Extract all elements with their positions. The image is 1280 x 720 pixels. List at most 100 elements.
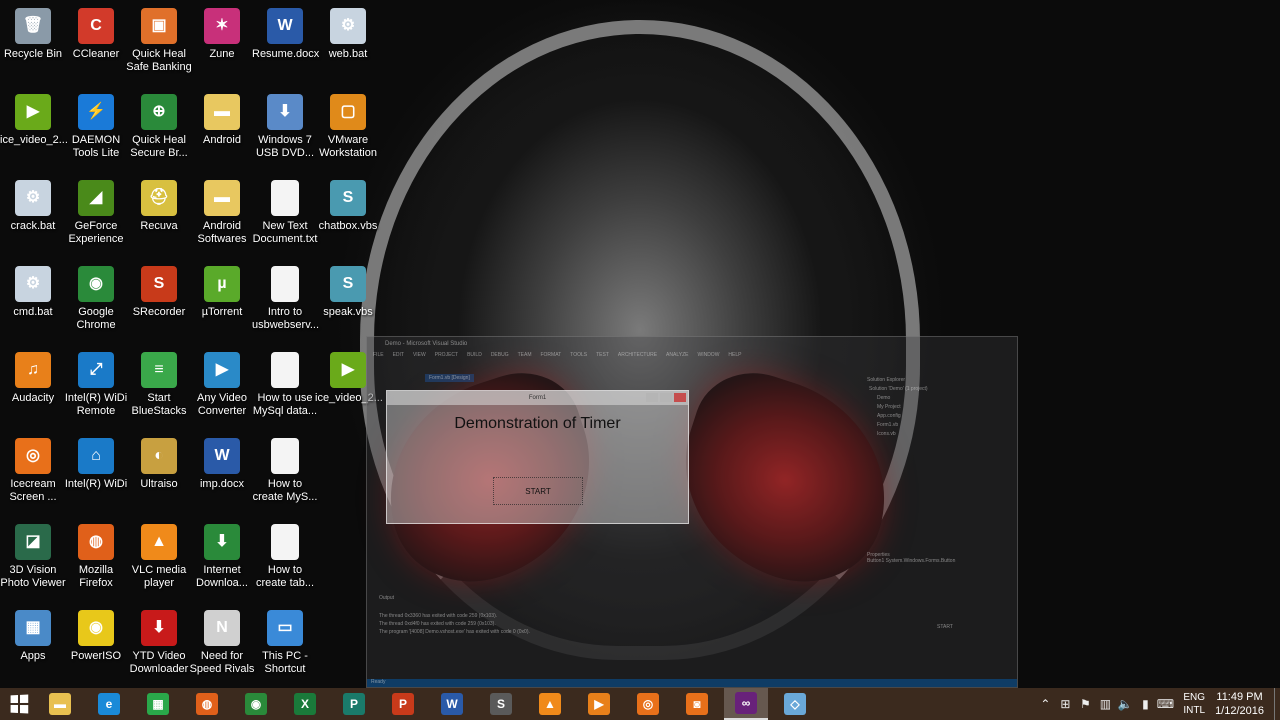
vs-menu-item[interactable]: WINDOW	[697, 352, 719, 358]
desktop-icon[interactable]: ⚙ crack.bat	[0, 176, 66, 233]
desktop-icon[interactable]: ▶ ice_video_2...	[0, 90, 68, 147]
vs-menu-item[interactable]: FORMAT	[540, 352, 561, 358]
desktop-icon[interactable]: ◎ Icecream Screen ...	[0, 434, 66, 504]
desktop-icon[interactable]: ◉ Google Chrome	[63, 262, 129, 332]
taskbar-app-firefox[interactable]: ◍	[185, 688, 229, 720]
desktop-icon[interactable]: ▶ Any Video Converter	[189, 348, 255, 418]
vs-menu-item[interactable]: FILE	[373, 352, 384, 358]
desktop-icon[interactable]: W Resume.docx	[252, 4, 319, 61]
desktop-icon[interactable]: S SRecorder	[126, 262, 192, 319]
desktop-icon[interactable]: How to create tab...	[252, 520, 318, 590]
form1-designer-window[interactable]: Form1 Demonstration of Timer START	[386, 390, 689, 524]
desktop-icon[interactable]: ⚙ web.bat	[315, 4, 381, 61]
desktop-icon-label: µTorrent	[201, 306, 243, 318]
taskbar-app-powerpoint[interactable]: P	[381, 688, 425, 720]
solution-tree-item[interactable]: Demo	[867, 395, 1017, 401]
desktop-icon[interactable]: ≡ Start BlueStacks	[126, 348, 192, 418]
desktop-icon[interactable]: Wimp.docx	[189, 434, 255, 491]
vs-menu-item[interactable]: TEST	[596, 352, 609, 358]
desktop-icon[interactable]: ⚡ DAEMON Tools Lite	[63, 90, 129, 160]
vs-menu-item[interactable]: BUILD	[467, 352, 482, 358]
desktop-icon[interactable]: ◪ 3D Vision Photo Viewer	[0, 520, 66, 590]
solution-tree-item[interactable]: Icons.vb	[867, 431, 1017, 437]
timer-label[interactable]: Demonstration of Timer	[387, 415, 688, 433]
desktop-icon[interactable]: ⚙ cmd.bat	[0, 262, 66, 319]
desktop-icon[interactable]: How to create MyS...	[252, 434, 318, 504]
desktop-icon[interactable]: ◢ GeForce Experience	[63, 176, 129, 246]
properties-text-value[interactable]: START	[937, 624, 1017, 630]
desktop-icon[interactable]: ⬇ Internet Downloa...	[189, 520, 255, 590]
desktop-icon[interactable]: ⤢ Intel(R) WiDi Remote	[63, 348, 129, 418]
desktop-icon[interactable]: ⌂ Intel(R) WiDi	[63, 434, 129, 491]
volume-icon[interactable]: 🔈	[1115, 697, 1135, 711]
desktop-icon[interactable]: How to use MySql data...	[252, 348, 318, 418]
desktop-icon[interactable]: ▬ Android Softwares	[189, 176, 255, 246]
desktop-icon[interactable]: ▦ Apps	[0, 606, 66, 663]
vs-menu-item[interactable]: TOOLS	[570, 352, 587, 358]
desktop-icon[interactable]: ✶ Zune	[189, 4, 255, 61]
taskbar-app-video-player[interactable]: ▶	[577, 688, 621, 720]
taskbar-app-excel[interactable]: X	[283, 688, 327, 720]
desktop-icon[interactable]: Schatbox.vbs	[315, 176, 381, 233]
taskbar-app-virtualbox[interactable]: ◇	[773, 688, 817, 720]
vs-menu-item[interactable]: DEBUG	[491, 352, 509, 358]
desktop-icon[interactable]: ⛑ Recuva	[126, 176, 192, 233]
desktop-icon[interactable]: ⬇ YTD Video Downloader	[126, 606, 192, 676]
vs-menu-item[interactable]: ANALYZE	[666, 352, 688, 358]
solution-tree-item[interactable]: Solution 'Demo' (1 project)	[867, 386, 1017, 392]
minimize-icon[interactable]	[646, 393, 658, 402]
taskbar-app-sublime[interactable]: S	[479, 688, 523, 720]
desktop-icon[interactable]: ♫ Audacity	[0, 348, 66, 405]
desktop-icon[interactable]: 🗑 Recycle Bin	[0, 4, 66, 61]
desktop-icon[interactable]: ◍ Mozilla Firefox	[63, 520, 129, 590]
network-icon[interactable]: ▥	[1095, 697, 1115, 711]
desktop-icon[interactable]: ⊕ Quick Heal Secure Br...	[126, 90, 192, 160]
vs-menu-item[interactable]: VIEW	[413, 352, 426, 358]
vs-document-tab[interactable]: Form1.vb [Design]	[425, 374, 474, 382]
close-icon[interactable]	[674, 393, 686, 402]
desktop-icon[interactable]: ▣ Quick Heal Safe Banking	[126, 4, 192, 74]
desktop-icon[interactable]: ▲ VLC media player	[126, 520, 192, 590]
desktop-icon[interactable]: N Need for Speed Rivals	[189, 606, 255, 676]
taskbar-app-publisher[interactable]: P	[332, 688, 376, 720]
language-indicator[interactable]: ENG INTL	[1183, 691, 1205, 717]
taskbar-app-file-explorer[interactable]: ▬	[38, 688, 82, 720]
desktop-icon[interactable]: ◉ PowerISO	[63, 606, 129, 663]
taskbar-app-store[interactable]: ▦	[136, 688, 180, 720]
keyboard-icon[interactable]: ⌨	[1155, 697, 1175, 711]
vs-menu-item[interactable]: EDIT	[393, 352, 404, 358]
solution-tree-item[interactable]: App.config	[867, 413, 1017, 419]
vs-menu-item[interactable]: HELP	[728, 352, 741, 358]
desktop-icon[interactable]: µ µTorrent	[189, 262, 255, 319]
maximize-icon[interactable]	[660, 393, 672, 402]
desktop-icon[interactable]: New Text Document.txt	[252, 176, 318, 246]
desktop-icon[interactable]: Intro to usbwebserv...	[252, 262, 319, 332]
taskbar-app-internet-explorer[interactable]: e	[87, 688, 131, 720]
vs-menu-item[interactable]: ARCHITECTURE	[618, 352, 657, 358]
desktop-icon[interactable]: ▬ Android	[189, 90, 255, 147]
desktop-icon[interactable]: ▢ VMware Workstation	[315, 90, 381, 160]
taskbar-app-visual-studio[interactable]: ∞	[724, 688, 768, 720]
vs-menu-item[interactable]: TEAM	[518, 352, 532, 358]
taskbar-app-screenshot-tool[interactable]: ◙	[675, 688, 719, 720]
desktop-icon[interactable]: ◐ Ultraiso	[126, 434, 192, 491]
action-center-flag-icon[interactable]: ⚑	[1075, 697, 1095, 711]
taskbar-app-word[interactable]: W	[430, 688, 474, 720]
chevron-up-icon[interactable]: ⌃	[1035, 697, 1055, 711]
start-button[interactable]: START	[493, 477, 583, 505]
desktop-icon[interactable]: C CCleaner	[63, 4, 129, 61]
windows-flag-icon[interactable]: ⊞	[1055, 697, 1075, 711]
start-button-windows[interactable]	[0, 688, 38, 720]
solution-tree-item[interactable]: My Project	[867, 404, 1017, 410]
vs-menu-item[interactable]: PROJECT	[435, 352, 458, 358]
show-desktop-button[interactable]	[1274, 688, 1280, 720]
taskbar-app-chrome[interactable]: ◉	[234, 688, 278, 720]
taskbar-app-icecream-recorder[interactable]: ◎	[626, 688, 670, 720]
taskbar-app-vlc[interactable]: ▲	[528, 688, 572, 720]
battery-icon[interactable]: ▮	[1135, 697, 1155, 711]
clock[interactable]: 11:49 PM 1/12/2016	[1215, 690, 1264, 718]
desktop-icon[interactable]: Sspeak.vbs	[315, 262, 381, 319]
solution-tree-item[interactable]: Form1.vb	[867, 422, 1017, 428]
desktop-icon[interactable]: ⬇ Windows 7 USB DVD...	[252, 90, 318, 160]
desktop-icon[interactable]: ▭ This PC - Shortcut	[252, 606, 318, 676]
